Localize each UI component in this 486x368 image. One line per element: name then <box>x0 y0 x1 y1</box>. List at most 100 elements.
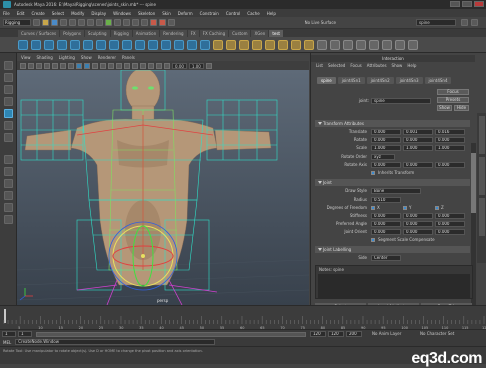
side-by-side-layout-icon[interactable] <box>4 179 13 188</box>
menu-skeleton[interactable]: Skeleton <box>138 11 155 16</box>
poly-cone-icon[interactable] <box>57 39 67 50</box>
persp-outliner-layout-icon[interactable] <box>4 203 13 212</box>
dof-y-checkbox[interactable] <box>403 206 407 210</box>
snap-curve-icon[interactable] <box>123 19 130 26</box>
command-input[interactable]: CreateNode.Window <box>15 339 216 345</box>
xray-joints-icon[interactable] <box>164 62 170 69</box>
command-language-label[interactable]: MEL <box>3 340 11 345</box>
ipr-render-icon[interactable] <box>159 19 166 26</box>
rotate-x-field[interactable]: 0.000 <box>371 137 401 143</box>
outliner-layout-icon[interactable] <box>4 215 13 224</box>
boolean-icon[interactable] <box>187 39 197 50</box>
viewport-persp[interactable]: persp <box>17 70 309 305</box>
isolate-select-icon[interactable] <box>148 62 154 69</box>
camera-select-icon[interactable] <box>20 62 26 69</box>
poly-torus-icon[interactable] <box>70 39 80 50</box>
translate-x-field[interactable]: 0.000 <box>371 129 401 135</box>
ae-menu-help[interactable]: Help <box>407 63 416 68</box>
ae-tab-spine[interactable]: spine <box>317 77 336 84</box>
combine-icon[interactable] <box>148 39 158 50</box>
gamma-field[interactable]: 0.00 <box>172 62 187 69</box>
transform-attributes-section[interactable]: Transform Attributes <box>315 120 470 127</box>
poly-cube-icon[interactable] <box>31 39 41 50</box>
snap-grid-icon[interactable] <box>114 19 121 26</box>
anim-layer-label[interactable]: No Anim Layer <box>372 331 401 336</box>
shelf-tab-rigging[interactable]: Rigging <box>110 30 132 37</box>
ae-tab-joint2[interactable]: joint4Sn2 <box>366 77 394 84</box>
playback-start-field[interactable]: 1 <box>18 331 32 337</box>
redo-icon[interactable] <box>69 19 76 26</box>
bevel-icon[interactable] <box>226 39 236 50</box>
viewport-menu-renderer[interactable]: Renderer <box>98 55 116 60</box>
radius-field[interactable]: 0.510 <box>371 197 401 203</box>
close-icon[interactable] <box>474 1 484 7</box>
persp-graph-layout-icon[interactable] <box>4 191 13 200</box>
poly-sphere-icon[interactable] <box>18 39 28 50</box>
presets-button[interactable]: Presets <box>437 97 469 103</box>
stiffness-x-field[interactable]: 0.000 <box>371 213 401 219</box>
snap-plane-icon[interactable] <box>141 19 148 26</box>
lights-icon[interactable] <box>108 62 114 69</box>
poly-disc-icon[interactable] <box>96 39 106 50</box>
harden-edge-icon[interactable] <box>356 39 366 50</box>
side-tab-attribute-editor[interactable] <box>479 157 485 195</box>
ae-tab-joint3[interactable]: joint4Sn3 <box>395 77 423 84</box>
poly-pipe-icon[interactable] <box>109 39 119 50</box>
wireframe-icon[interactable] <box>76 62 82 69</box>
film-gate-icon[interactable] <box>60 62 66 69</box>
side-tab-modeling-toolkit[interactable] <box>479 116 485 154</box>
separate-icon[interactable] <box>161 39 171 50</box>
scale-z-field[interactable]: 1.000 <box>435 145 465 151</box>
four-pane-layout-icon[interactable] <box>4 167 13 176</box>
preferred-angle-x-field[interactable]: 0.000 <box>371 221 401 227</box>
translate-y-field[interactable]: 0.001 <box>403 129 433 135</box>
new-scene-icon[interactable] <box>33 19 40 26</box>
poly-platonic-icon[interactable] <box>135 39 145 50</box>
open-scene-icon[interactable] <box>42 19 49 26</box>
menu-display[interactable]: Display <box>91 11 106 16</box>
stiffness-z-field[interactable]: 0.000 <box>435 213 465 219</box>
shelf-tab-test[interactable]: test <box>269 30 283 37</box>
joint-orient-y-field[interactable]: 0.000 <box>403 229 433 235</box>
object-search-input[interactable]: spine <box>416 19 456 26</box>
color-management-icon[interactable] <box>205 62 212 69</box>
edge-loop-icon[interactable] <box>304 39 314 50</box>
joint-section[interactable]: Joint <box>315 179 470 186</box>
fill-hole-icon[interactable] <box>265 39 275 50</box>
rotate-tool-icon[interactable] <box>4 109 13 118</box>
snap-point-icon[interactable] <box>132 19 139 26</box>
workspace-icon[interactable] <box>471 19 478 26</box>
lasso-tool-icon[interactable] <box>4 73 13 82</box>
camera-attributes-icon[interactable] <box>28 62 34 69</box>
viewport-menu-lighting[interactable]: Lighting <box>59 55 75 60</box>
anim-end-field[interactable]: 120 <box>328 331 344 337</box>
render-icon[interactable] <box>150 19 157 26</box>
poly-cylinder-icon[interactable] <box>44 39 54 50</box>
maximize-icon[interactable] <box>462 1 472 7</box>
paint-weights-icon[interactable] <box>408 39 418 50</box>
ae-tab-joint4[interactable]: joint4Sn4 <box>424 77 452 84</box>
paint-select-tool-icon[interactable] <box>4 85 13 94</box>
ambient-occlusion-icon[interactable] <box>124 62 130 69</box>
ae-tab-joint1[interactable]: joint4Sn1 <box>337 77 365 84</box>
textured-icon[interactable] <box>100 62 106 69</box>
shadows-icon[interactable] <box>116 62 122 69</box>
joint-orient-z-field[interactable]: 0.000 <box>435 229 465 235</box>
notes-textarea[interactable] <box>318 274 470 298</box>
lock-selection-icon[interactable] <box>105 19 112 26</box>
soften-edge-icon[interactable] <box>343 39 353 50</box>
shelf-tab-rendering[interactable]: Rendering <box>160 30 187 37</box>
shelf-tab-polygons[interactable]: Polygons <box>60 30 84 37</box>
freeze-icon[interactable] <box>382 39 392 50</box>
anim-end-total-field[interactable]: 200 <box>346 331 362 337</box>
translate-z-field[interactable]: 0.016 <box>435 129 465 135</box>
select-component-icon[interactable] <box>96 19 103 26</box>
node-name-field[interactable]: spine <box>371 98 431 104</box>
shelf-tab-sculpting[interactable]: Sculpting <box>84 30 110 37</box>
hide-button[interactable]: Hide <box>454 105 469 111</box>
bookmark-icon[interactable] <box>36 62 42 69</box>
time-slider[interactable]: 5 10 15 20 25 30 35 40 45 50 55 60 65 70 75 80 85 90 95 100… <box>0 305 486 330</box>
select-object-icon[interactable] <box>87 19 94 26</box>
scale-y-field[interactable]: 1.000 <box>403 145 433 151</box>
ae-menu-list[interactable]: List <box>316 63 323 68</box>
